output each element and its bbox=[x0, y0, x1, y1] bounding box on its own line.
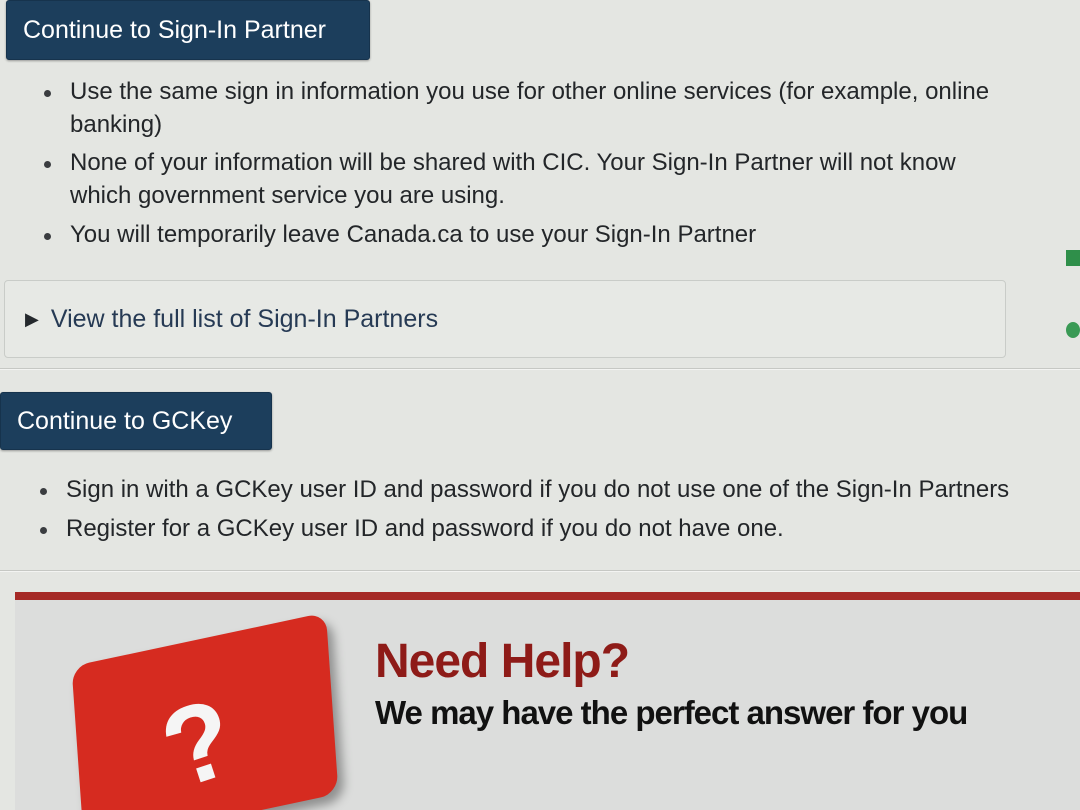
list-item: Sign in with a GCKey user ID and passwor… bbox=[36, 474, 1076, 507]
list-item: None of your information will be shared … bbox=[40, 147, 1000, 212]
help-banner-title: Need Help? bbox=[375, 635, 630, 688]
gckey-info-list: Sign in with a GCKey user ID and passwor… bbox=[36, 474, 1076, 551]
section-divider bbox=[0, 368, 1080, 370]
details-summary-label: View the full list of Sign-In Partners bbox=[50, 304, 439, 333]
triangle-right-icon: ▶ bbox=[25, 308, 39, 329]
sign-in-partners-details-toggle[interactable]: ▶ View the full list of Sign-In Partners bbox=[4, 280, 1006, 358]
section-divider bbox=[0, 570, 1080, 572]
list-item: Register for a GCKey user ID and passwor… bbox=[36, 513, 1076, 546]
help-banner-subtitle: We may have the perfect answer for you bbox=[375, 694, 968, 731]
continue-to-gckey-button[interactable]: Continue to GCKey bbox=[0, 392, 272, 450]
need-help-banner[interactable]: ? Need Help? We may have the perfect ans… bbox=[15, 592, 1080, 810]
edge-leaf-icon bbox=[1066, 322, 1080, 338]
list-item: Use the same sign in information you use… bbox=[40, 76, 1000, 141]
continue-to-sign-in-partner-button[interactable]: Continue to Sign-In Partner bbox=[6, 0, 370, 60]
list-item: You will temporarily leave Canada.ca to … bbox=[40, 219, 1000, 252]
sign-in-partner-info-list: Use the same sign in information you use… bbox=[40, 76, 1000, 257]
edge-status-icon bbox=[1066, 250, 1080, 266]
